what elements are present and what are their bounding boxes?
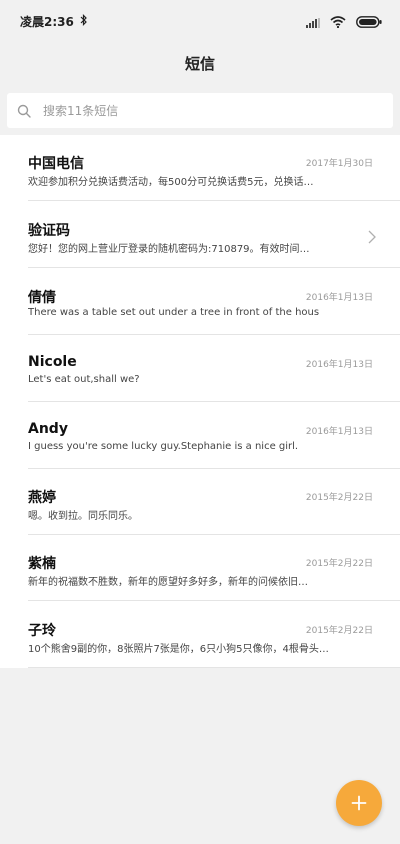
row-divider [28,600,400,601]
contact-name: 子玲 [28,623,56,639]
status-left: 凌晨2:36 [20,13,88,30]
plus-icon [351,795,367,811]
message-date: 2015年2月22日 [305,493,373,503]
message-date: 2015年2月22日 [305,559,373,569]
contact-name: 倩倩 [28,290,56,306]
message-row-3[interactable]: Nicole 2016年1月13日 Let's eat out,shall we… [0,336,400,402]
row-divider [28,401,400,402]
page-title: 短信 [184,55,215,73]
message-date: 2016年1月13日 [305,427,373,437]
row-divider [28,267,400,268]
search-icon [17,104,31,118]
status-right [306,13,382,32]
new-message-button[interactable] [336,780,382,826]
message-preview: Let's eat out,shall we? [28,374,140,385]
message-date: 2017年1月30日 [305,159,373,169]
message-preview: I guess you're some lucky guy.Stephanie … [28,441,299,452]
contact-name: 紫楠 [28,556,56,572]
signal-icon [306,13,320,32]
row-divider [28,200,400,201]
message-preview: 新年的祝福数不胜数，新年的愿望好多好多，新年的问候依旧… [28,577,308,588]
message-row-4[interactable]: Andy 2016年1月13日 I guess you're some luck… [0,403,400,469]
status-bar: 凌晨2:36 [0,0,400,42]
contact-name: 燕婷 [28,490,56,506]
message-row-5[interactable]: 燕婷 2015年2月22日 嗯。收到拉。同乐同乐。 [0,469,400,535]
contact-name: Nicole [28,354,77,370]
message-preview: 嗯。收到拉。同乐同乐。 [28,511,138,522]
message-row-6[interactable]: 紫楠 2015年2月22日 新年的祝福数不胜数，新年的愿望好多好多，新年的问候依… [0,535,400,601]
message-row-2[interactable]: 倩倩 2016年1月13日 There was a table set out … [0,269,400,335]
message-row-0[interactable]: 中国电信 2017年1月30日 欢迎参加积分兑换话费活动，每500分可兑换话费5… [0,135,400,201]
search-input[interactable] [41,102,365,119]
chevron-right-icon[interactable] [368,229,376,248]
message-preview: 您好！您的网上营业厅登录的随机密码为:710879。有效时间… [28,244,310,255]
search-bar[interactable] [7,93,393,128]
contact-name: Andy [28,421,68,437]
message-date: 2015年2月22日 [305,626,373,636]
row-divider [28,667,400,668]
status-time: 凌晨2:36 [20,15,74,29]
contact-name: 中国电信 [28,156,84,172]
message-row-1[interactable]: 验证码 您好！您的网上营业厅登录的随机密码为:710879。有效时间… [0,202,400,268]
message-preview: There was a table set out under a tree i… [28,307,320,318]
message-date: 2016年1月13日 [305,360,373,370]
bluetooth-icon [80,14,88,29]
wifi-icon [330,13,346,32]
message-list: 中国电信 2017年1月30日 欢迎参加积分兑换话费活动，每500分可兑换话费5… [0,135,400,668]
message-preview: 欢迎参加积分兑换话费活动，每500分可兑换话费5元，兑换话… [28,177,314,188]
message-row-7[interactable]: 子玲 2015年2月22日 10个熊舍9副的你，8张照片7张是你，6只小狗5只像… [0,602,400,668]
battery-icon [356,13,382,32]
contact-name: 验证码 [28,223,70,239]
row-divider [28,334,400,335]
message-date: 2016年1月13日 [305,293,373,303]
message-preview: 10个熊舍9副的你，8张照片7张是你，6只小狗5只像你，4根骨头3… [28,644,333,655]
